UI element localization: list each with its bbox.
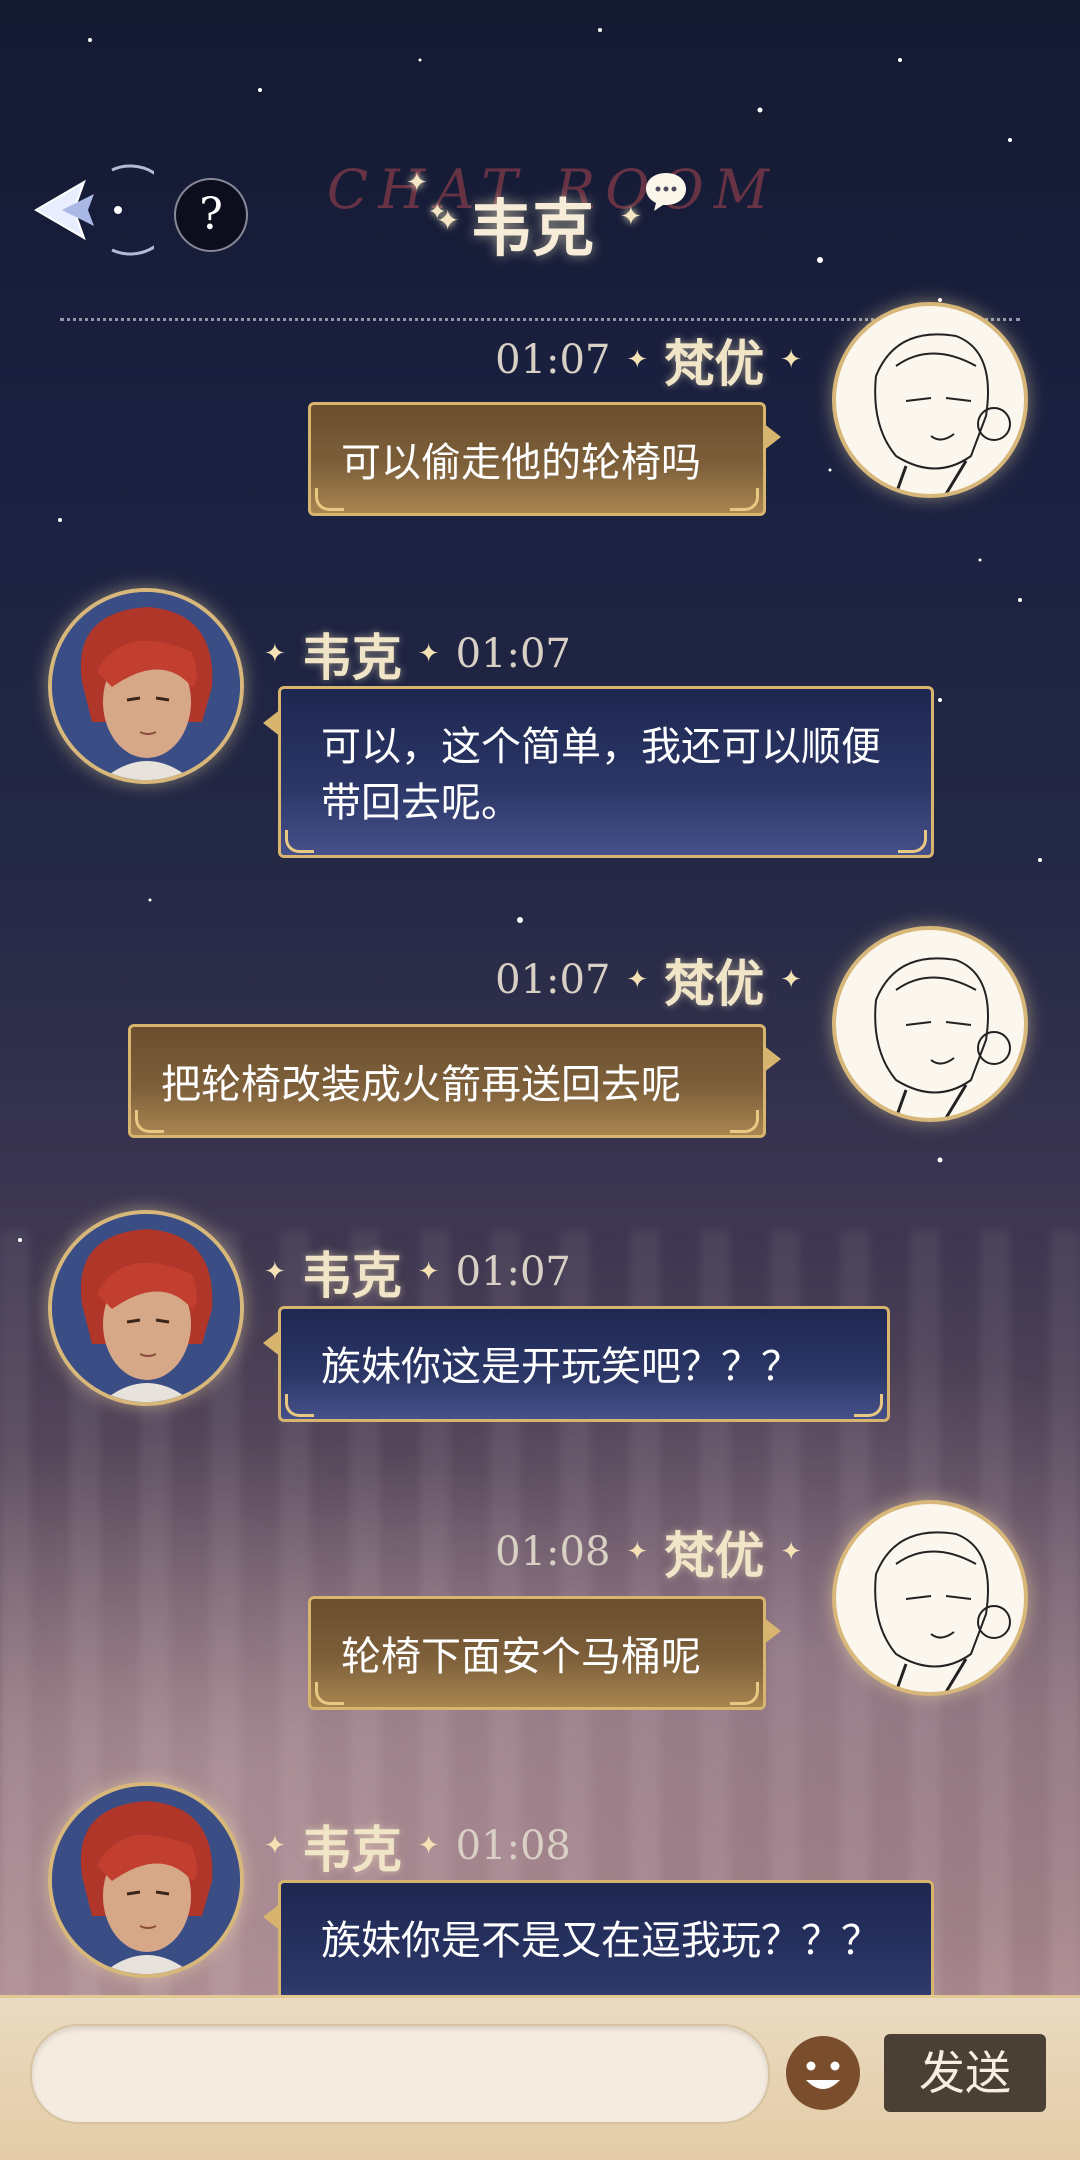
message-text: 族妹你这是开玩笑吧？？？ [321, 1344, 801, 1390]
sender-name: 梵优 [664, 334, 765, 393]
portrait-icon [52, 1786, 240, 1974]
avatar-fanyou[interactable] [832, 302, 1028, 498]
message-text: 族妹你是不是又在逗我玩？？？ [321, 1918, 881, 1964]
diamond-icon: ✦ [626, 965, 649, 995]
message-text: 可以偷走他的轮椅吗 [341, 440, 701, 486]
message-time: 01:07 [455, 1249, 571, 1295]
chat-title: 韦克 [470, 192, 595, 265]
diamond-icon: ✦ [264, 639, 286, 669]
diamond-icon: ✦ [264, 1257, 286, 1287]
sender-name: 梵优 [664, 1526, 765, 1585]
message-bubble[interactable]: 把轮椅改装成火箭再送回去呢 [128, 1024, 781, 1138]
portrait-icon [52, 1214, 240, 1402]
message-meta: 01:07 ✦ 梵优 ✦ [495, 324, 802, 396]
diamond-icon: ✦ [780, 965, 802, 995]
message-meta: 01:07 ✦ 梵优 ✦ [495, 944, 802, 1016]
sketch-portrait-icon [874, 333, 1011, 494]
diamond-icon: ✦ [626, 1537, 649, 1567]
sketch-portrait-icon [874, 1531, 1011, 1692]
message-text: 可以，这个简单，我还可以顺便带回去呢。 [321, 724, 881, 826]
avatar-weike[interactable] [48, 1210, 244, 1406]
sparkle-icon: ✦ [436, 204, 460, 237]
bubble-ornament [285, 830, 314, 853]
help-button[interactable]: ? [174, 178, 248, 252]
message-time: 01:08 [495, 1529, 611, 1575]
message-bubble[interactable]: 轮椅下面安个马桶呢 [308, 1596, 781, 1710]
message-text: 轮椅下面安个马桶呢 [341, 1634, 701, 1680]
avatar-weike[interactable] [48, 1782, 244, 1978]
sender-name: 梵优 [664, 954, 765, 1013]
bubble-ornament [730, 1682, 759, 1705]
diamond-icon: ✦ [417, 1257, 440, 1287]
diamond-icon: ✦ [264, 1831, 286, 1861]
diamond-icon: ✦ [417, 1831, 440, 1861]
send-button[interactable]: 发送 [884, 2034, 1046, 2112]
sparkle-icon: ✦ [620, 202, 642, 232]
back-button[interactable] [22, 162, 176, 258]
diamond-icon: ✦ [780, 345, 802, 375]
message-bubble[interactable]: 可以，这个简单，我还可以顺便带回去呢。 [263, 686, 934, 858]
bubble-ornament [730, 1110, 759, 1133]
message-meta: ✦ 韦克 ✦ 01:07 [264, 1236, 571, 1308]
sender-name: 韦克 [301, 1246, 402, 1305]
sparkle-icon: ✦ [406, 168, 428, 198]
message-input[interactable] [30, 2024, 770, 2124]
message-bubble[interactable]: 族妹你这是开玩笑吧？？？ [263, 1306, 890, 1422]
avatar-weike[interactable] [48, 588, 244, 784]
message-text: 把轮椅改装成火箭再送回去呢 [161, 1062, 681, 1108]
diamond-icon: ✦ [626, 345, 649, 375]
sketch-portrait-icon [874, 957, 1011, 1118]
portrait-icon [52, 592, 240, 780]
bubble-ornament [285, 1394, 314, 1417]
message-time: 01:08 [455, 1823, 571, 1869]
bubble-ornament [730, 488, 759, 511]
message-time: 01:07 [495, 957, 611, 1003]
sender-name: 韦克 [301, 628, 402, 687]
chat-bubble-icon [646, 173, 686, 211]
message-meta: 01:08 ✦ 梵优 ✦ [495, 1516, 802, 1588]
bubble-ornament [315, 488, 344, 511]
bubble-ornament [898, 830, 927, 853]
avatar-fanyou[interactable] [832, 926, 1028, 1122]
message-time: 01:07 [455, 631, 571, 677]
input-bar: 发送 [0, 1995, 1080, 2160]
avatar-fanyou[interactable] [832, 1500, 1028, 1696]
sender-name: 韦克 [301, 1820, 402, 1879]
message-meta: ✦ 韦克 ✦ 01:07 [264, 618, 571, 690]
message-time: 01:07 [495, 337, 611, 383]
diamond-icon: ✦ [780, 1537, 802, 1567]
bubble-ornament [315, 1682, 344, 1705]
diamond-icon: ✦ [417, 639, 440, 669]
bubble-ornament [854, 1394, 883, 1417]
back-arrow-icon [34, 164, 176, 256]
bubble-ornament [135, 1110, 164, 1133]
message-meta: ✦ 韦克 ✦ 01:08 [264, 1810, 571, 1882]
emoji-button[interactable] [784, 2034, 862, 2112]
message-bubble[interactable]: 可以偷走他的轮椅吗 [308, 402, 781, 516]
smiley-face-icon [786, 2036, 860, 2110]
question-mark-icon: ? [199, 189, 223, 240]
